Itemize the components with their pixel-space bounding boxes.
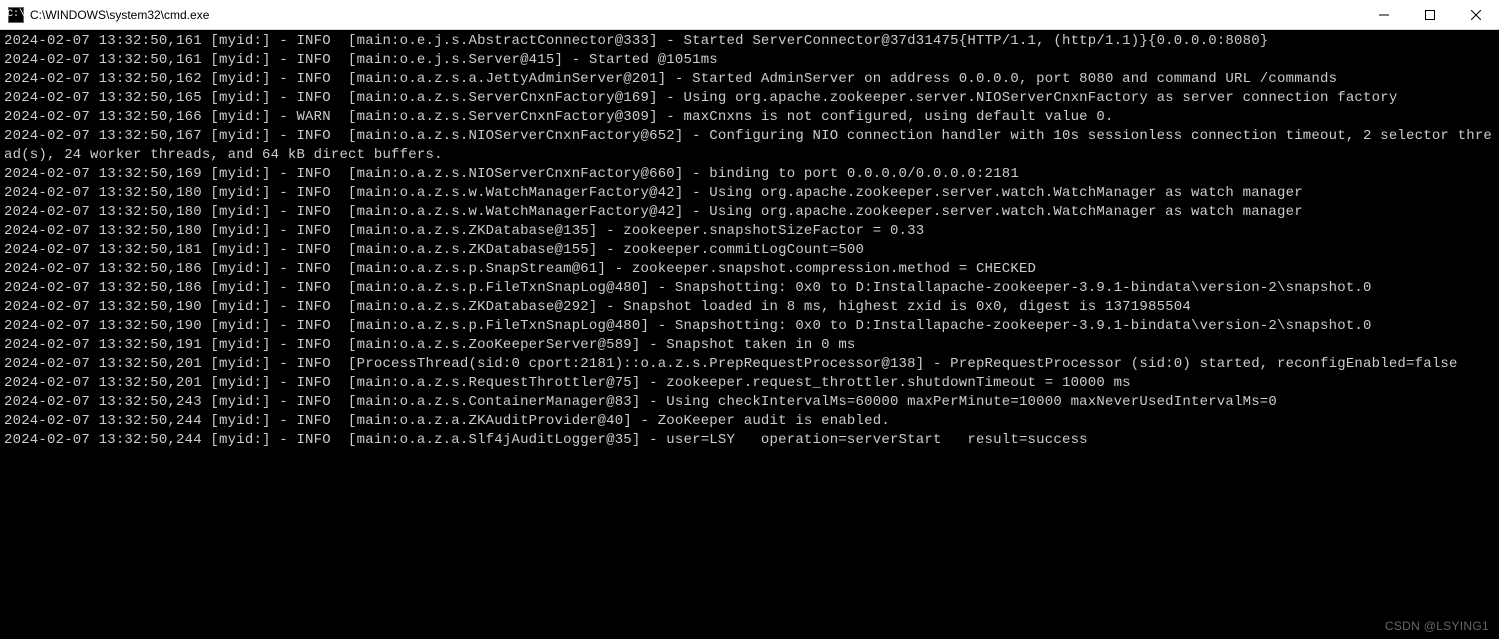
log-line: 2024-02-07 13:32:50,201 [myid:] - INFO [… bbox=[4, 374, 1495, 393]
window-title: C:\WINDOWS\system32\cmd.exe bbox=[30, 8, 209, 22]
maximize-button[interactable] bbox=[1407, 0, 1453, 29]
log-line: 2024-02-07 13:32:50,180 [myid:] - INFO [… bbox=[4, 184, 1495, 203]
window-titlebar[interactable]: C:\ C:\WINDOWS\system32\cmd.exe bbox=[0, 0, 1499, 30]
close-icon bbox=[1471, 10, 1481, 20]
log-line: 2024-02-07 13:32:50,190 [myid:] - INFO [… bbox=[4, 317, 1495, 336]
log-line: 2024-02-07 13:32:50,201 [myid:] - INFO [… bbox=[4, 355, 1495, 374]
log-line: 2024-02-07 13:32:50,167 [myid:] - INFO [… bbox=[4, 127, 1495, 165]
log-line: 2024-02-07 13:32:50,166 [myid:] - WARN [… bbox=[4, 108, 1495, 127]
log-line: 2024-02-07 13:32:50,180 [myid:] - INFO [… bbox=[4, 203, 1495, 222]
log-line: 2024-02-07 13:32:50,169 [myid:] - INFO [… bbox=[4, 165, 1495, 184]
log-line: 2024-02-07 13:32:50,162 [myid:] - INFO [… bbox=[4, 70, 1495, 89]
terminal-output[interactable]: 2024-02-07 13:32:50,161 [myid:] - INFO [… bbox=[0, 30, 1499, 452]
log-line: 2024-02-07 13:32:50,180 [myid:] - INFO [… bbox=[4, 222, 1495, 241]
log-line: 2024-02-07 13:32:50,161 [myid:] - INFO [… bbox=[4, 51, 1495, 70]
window-controls bbox=[1361, 0, 1499, 29]
log-line: 2024-02-07 13:32:50,191 [myid:] - INFO [… bbox=[4, 336, 1495, 355]
log-line: 2024-02-07 13:32:50,243 [myid:] - INFO [… bbox=[4, 393, 1495, 412]
watermark-text: CSDN @LSYING1 bbox=[1385, 619, 1489, 633]
cmd-app-icon: C:\ bbox=[8, 7, 24, 23]
log-line: 2024-02-07 13:32:50,244 [myid:] - INFO [… bbox=[4, 431, 1495, 450]
close-button[interactable] bbox=[1453, 0, 1499, 29]
log-line: 2024-02-07 13:32:50,161 [myid:] - INFO [… bbox=[4, 32, 1495, 51]
titlebar-left: C:\ C:\WINDOWS\system32\cmd.exe bbox=[8, 7, 209, 23]
log-line: 2024-02-07 13:32:50,181 [myid:] - INFO [… bbox=[4, 241, 1495, 260]
log-line: 2024-02-07 13:32:50,244 [myid:] - INFO [… bbox=[4, 412, 1495, 431]
log-line: 2024-02-07 13:32:50,190 [myid:] - INFO [… bbox=[4, 298, 1495, 317]
maximize-icon bbox=[1425, 10, 1435, 20]
minimize-icon bbox=[1379, 10, 1389, 20]
minimize-button[interactable] bbox=[1361, 0, 1407, 29]
log-line: 2024-02-07 13:32:50,165 [myid:] - INFO [… bbox=[4, 89, 1495, 108]
log-line: 2024-02-07 13:32:50,186 [myid:] - INFO [… bbox=[4, 279, 1495, 298]
log-line: 2024-02-07 13:32:50,186 [myid:] - INFO [… bbox=[4, 260, 1495, 279]
